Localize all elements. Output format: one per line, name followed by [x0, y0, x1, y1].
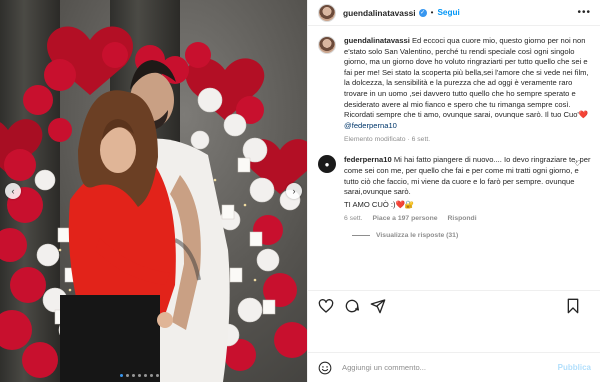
- share-icon[interactable]: [370, 298, 386, 314]
- follow-button[interactable]: Segui: [437, 8, 459, 17]
- reply-comment: ● federperna10 Mi hai fatto piangere di …: [318, 155, 591, 222]
- post-photo: ‹ ›: [0, 0, 307, 382]
- caption-body: guendalinatavassi Ed eccoci qua cuore mi…: [344, 36, 591, 143]
- caption-comment: guendalinatavassi Ed eccoci qua cuore mi…: [318, 36, 591, 143]
- view-replies-label: Visualizza le risposte (31): [376, 232, 459, 240]
- publish-button[interactable]: Pubblica: [558, 363, 591, 372]
- carousel-dot: [138, 374, 141, 377]
- carousel-dot: [120, 374, 123, 377]
- carousel-next-button[interactable]: ›: [286, 183, 302, 199]
- like-comment-heart-icon[interactable]: ♡: [574, 159, 581, 168]
- reply-time: 6 sett.: [344, 215, 363, 223]
- post-side-panel: guendalinatavassi ✓ • Segui ••• guendali…: [307, 0, 600, 382]
- reply-signoff: TI AMO CUÒ :)❤️🔐: [344, 199, 415, 209]
- post-header: guendalinatavassi ✓ • Segui •••: [308, 0, 600, 26]
- heart-icon[interactable]: [318, 298, 334, 314]
- carousel-dot: [132, 374, 135, 377]
- caption-edited-time: Elemento modificato · 6 sett.: [344, 136, 431, 144]
- post-actions-bar: [308, 290, 600, 320]
- post-modal: ‹ › guendalinatavassi ✓ • Segui ••• guen…: [0, 0, 600, 382]
- carousel-indicator: [120, 374, 159, 377]
- carousel-dot: [150, 374, 153, 377]
- reply-text-block: federperna10 Mi hai fatto piangere di nu…: [344, 155, 591, 197]
- avatar[interactable]: ●: [318, 155, 336, 174]
- view-replies-button[interactable]: Visualizza le risposte (31): [352, 232, 591, 239]
- couple-figure: [60, 60, 230, 382]
- replies-divider: [352, 235, 370, 237]
- carousel-dot: [126, 374, 129, 377]
- author-username[interactable]: guendalinatavassi: [343, 8, 416, 18]
- comment-input[interactable]: [342, 363, 542, 372]
- caption-text: Ed eccoci qua cuore mio, questo giorno p…: [344, 36, 589, 120]
- carousel-prev-button[interactable]: ‹: [5, 183, 21, 199]
- more-icon[interactable]: •••: [577, 7, 591, 18]
- emoji-icon[interactable]: [318, 361, 332, 375]
- heart-emoji: ❤️: [578, 110, 589, 120]
- separator-dot: •: [430, 8, 434, 17]
- caption-meta: Elemento modificato · 6 sett.: [344, 136, 591, 143]
- reply-meta: 6 sett. Piace a 197 persone Rispondi: [344, 215, 591, 222]
- carousel-dot: [156, 374, 159, 377]
- reply-username[interactable]: federperna10: [344, 155, 392, 164]
- avatar[interactable]: [318, 36, 336, 54]
- add-comment-bar: Pubblica: [308, 352, 600, 382]
- likes-count[interactable]: Piace a 197 persone: [373, 215, 438, 222]
- verified-icon: ✓: [418, 8, 427, 17]
- reply-body: federperna10 Mi hai fatto piangere di nu…: [344, 155, 591, 222]
- avatar[interactable]: [318, 3, 336, 22]
- mention-link[interactable]: @federperna10: [344, 121, 397, 130]
- reply-button[interactable]: Rispondi: [448, 215, 477, 222]
- comment-icon[interactable]: [344, 298, 360, 314]
- caption-username[interactable]: guendalinatavassi: [344, 36, 410, 45]
- bookmark-icon[interactable]: [565, 298, 581, 314]
- caption-text-block: guendalinatavassi Ed eccoci qua cuore mi…: [344, 36, 591, 131]
- comments-list: guendalinatavassi Ed eccoci qua cuore mi…: [308, 26, 600, 290]
- carousel-dot: [144, 374, 147, 377]
